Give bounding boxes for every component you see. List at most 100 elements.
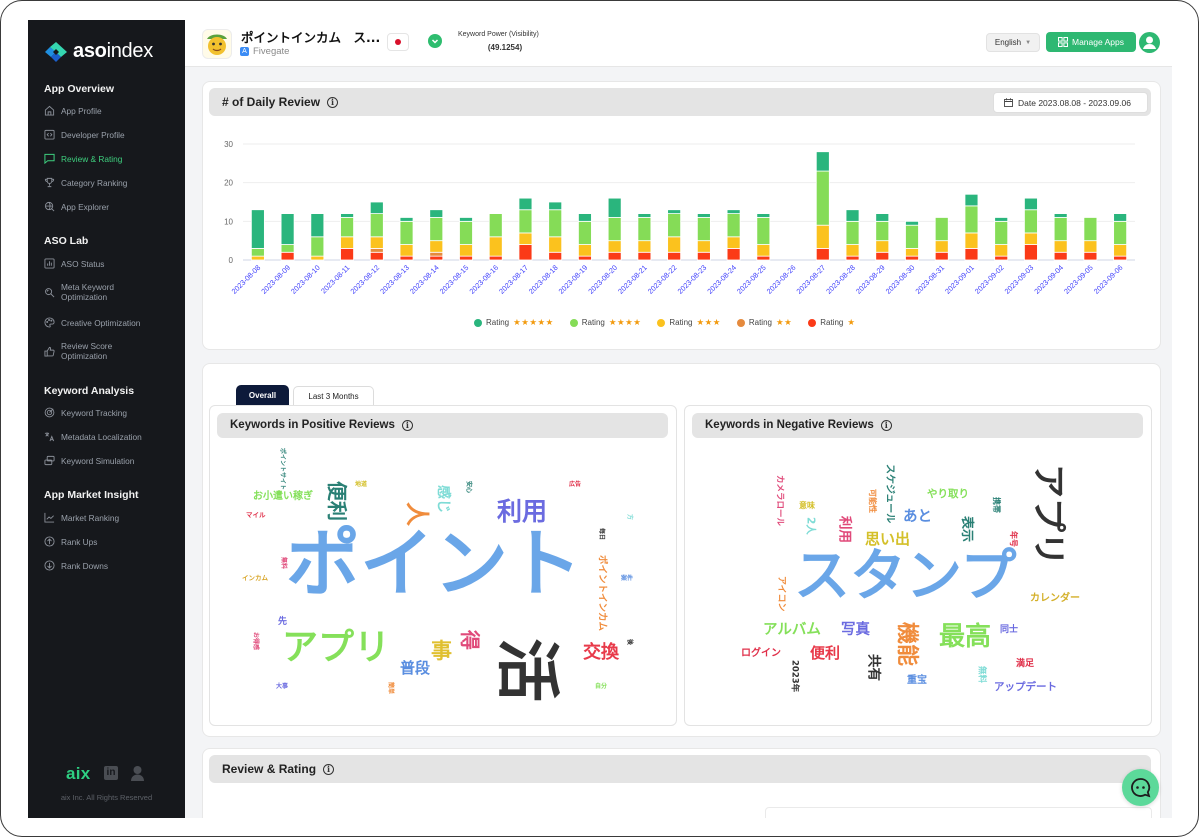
legend-item[interactable]: Rating ★★ <box>736 317 792 328</box>
bar-segment <box>1083 240 1098 253</box>
arrow-up-circle-icon <box>44 536 55 547</box>
keyword-word: 後 <box>626 639 633 646</box>
keyword-word: あと <box>903 509 932 525</box>
keyword-power-toggle[interactable] <box>428 34 442 48</box>
sidebar-item-creative-optimization[interactable]: Creative Optimization <box>44 317 179 328</box>
x-tick-label: 2023-08-13 <box>378 263 411 296</box>
bar-segment <box>310 255 325 261</box>
developer-name[interactable]: Fivegate <box>253 46 289 57</box>
bar-segment <box>518 244 533 261</box>
layers-icon <box>44 455 55 466</box>
sidebar-item-developer-profile[interactable]: Developer Profile <box>44 129 179 140</box>
legend-item[interactable]: Rating ★★★★★ <box>474 317 554 328</box>
support-person-icon[interactable] <box>130 765 145 781</box>
keyword-word: アプリ <box>1028 464 1068 566</box>
sidebar-item-aso-status[interactable]: ASO Status <box>44 258 179 269</box>
sidebar-item-review-score-optimization[interactable]: Review Score Optimization <box>44 341 144 361</box>
sidebar-item-app-profile[interactable]: App Profile <box>44 105 179 116</box>
bar-segment <box>548 236 563 253</box>
chat-face-icon <box>1131 778 1151 798</box>
sidebar-item-label: Metadata Localization <box>61 431 142 442</box>
sidebar-item-market-ranking[interactable]: Market Ranking <box>44 512 179 523</box>
sidebar-item-label: Developer Profile <box>61 129 125 140</box>
date-range-text: Date 2023.08.08 - 2023.09.06 <box>1018 97 1131 108</box>
legend-item[interactable]: Rating ★★★ <box>657 317 721 328</box>
country-flag-button[interactable] <box>387 33 409 51</box>
tab-overall[interactable]: Overall <box>236 385 289 406</box>
date-range-picker[interactable]: Date 2023.08.08 - 2023.09.06 <box>993 92 1148 113</box>
trophy-icon <box>44 177 55 188</box>
bar-segment <box>429 251 444 257</box>
keyword-word: 思い出 <box>865 530 911 548</box>
tab-last-3-months[interactable]: Last 3 Months <box>293 386 374 406</box>
linkedin-icon[interactable]: in <box>104 766 118 780</box>
keyword-word: やり取り <box>927 488 969 500</box>
bar-segment <box>696 217 711 242</box>
japan-flag-icon <box>395 39 401 45</box>
sidebar-item-review-rating[interactable]: Review & Rating <box>44 153 179 164</box>
info-icon[interactable]: i <box>323 763 335 775</box>
bar-segment <box>518 209 533 234</box>
sidebar-item-label: Creative Optimization <box>61 317 141 328</box>
aso-index-logo[interactable]: asoindex <box>44 40 153 63</box>
sidebar-item-keyword-simulation[interactable]: Keyword Simulation <box>44 455 179 466</box>
bar-segment <box>1053 213 1068 218</box>
y-tick-label: 30 <box>224 140 233 149</box>
x-tick-label: 2023-08-24 <box>705 263 738 296</box>
bar-segment <box>250 255 265 261</box>
info-icon[interactable]: i <box>880 419 892 431</box>
bar-segment <box>696 251 711 261</box>
keyword-word: 交換 <box>583 642 619 663</box>
legend-item[interactable]: Rating ★★★★ <box>569 317 642 328</box>
bar-segment <box>696 240 711 253</box>
bar-segment <box>1024 232 1038 245</box>
logo-text: asoindex <box>73 40 153 62</box>
target-icon <box>44 407 55 418</box>
bar-segment <box>964 205 979 234</box>
sidebar-item-label: Rank Downs <box>61 560 109 571</box>
bar-segment <box>726 248 741 261</box>
search-refresh-icon <box>45 287 55 297</box>
keyword-word: ポイントインカム <box>596 555 608 632</box>
x-tick-label: 2023-08-18 <box>527 263 560 296</box>
bar-segment <box>726 209 741 214</box>
bar-segment <box>310 213 325 238</box>
sidebar-item-app-explorer[interactable]: App Explorer <box>44 201 179 212</box>
user-avatar[interactable] <box>1139 32 1160 53</box>
home-icon <box>44 105 55 116</box>
sidebar-item-category-ranking[interactable]: Category Ranking <box>44 177 179 188</box>
bar-segment <box>399 220 414 245</box>
bar-segment <box>1024 244 1038 261</box>
sidebar-item-rank-ups[interactable]: Rank Ups <box>44 536 179 547</box>
language-dropdown[interactable]: English ▼ <box>986 33 1040 52</box>
info-icon[interactable]: i <box>401 419 413 431</box>
keyword-word: 得 <box>458 630 482 650</box>
legend-item[interactable]: Rating ★ <box>808 317 855 328</box>
x-tick-label: 2023-08-23 <box>676 263 709 296</box>
bar-segment <box>578 255 592 261</box>
sidebar-item-rank-downs[interactable]: Rank Downs <box>44 560 179 571</box>
negative-keywords-title: Keywords in Negative Reviews i <box>705 419 892 431</box>
bar-segment <box>637 251 652 261</box>
sidebar-item-label: Market Ranking <box>61 512 120 523</box>
info-icon[interactable]: i <box>327 96 339 108</box>
sidebar-item-keyword-tracking[interactable]: Keyword Tracking <box>44 407 179 418</box>
bar-segment <box>964 248 979 261</box>
manage-apps-button[interactable]: Manage Apps <box>1046 32 1136 52</box>
app-icon[interactable] <box>202 29 232 59</box>
legend-label: Rating <box>820 318 844 327</box>
chat-support-button[interactable] <box>1122 769 1159 806</box>
keyword-word: アルバム <box>763 622 821 638</box>
bar-segment <box>637 240 652 253</box>
bar-segment <box>399 217 414 222</box>
y-tick-label: 10 <box>224 217 233 226</box>
aix-brand-logo[interactable]: aix <box>66 764 91 784</box>
sidebar-item-metadata-localization[interactable]: Metadata Localization <box>44 431 179 442</box>
bar-segment <box>845 220 860 245</box>
x-tick-label: 2023-08-31 <box>913 263 946 296</box>
sidebar-item-meta-keyword-optimization[interactable]: Meta Keyword Optimization <box>44 282 144 302</box>
keyword-word: 毎日 <box>598 528 605 541</box>
negative-keywords-title-text: Keywords in Negative Reviews <box>705 419 874 431</box>
keyword-word: 携帯 <box>992 497 1001 513</box>
sidebar-item-label: Keyword Tracking <box>61 407 127 418</box>
